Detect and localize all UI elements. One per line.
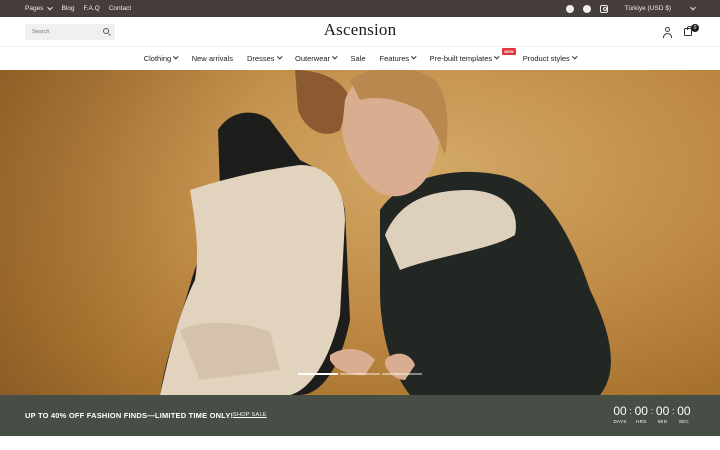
currency-selector[interactable]: Türkiye (USD $) xyxy=(624,4,696,12)
nav-label: Features xyxy=(379,53,410,63)
nav-item-pre-built-templates[interactable]: Pre-built templates NEW xyxy=(423,47,516,63)
nav-label: Product styles xyxy=(522,53,570,63)
nav-label: Outerwear xyxy=(295,53,331,63)
x-icon[interactable] xyxy=(583,4,592,13)
countdown-minutes: 00 MIN xyxy=(655,404,670,425)
promo-text: UP TO 40% OFF FASHION FINDS—LIMITED TIME… xyxy=(25,411,234,420)
carousel-dot[interactable] xyxy=(340,373,380,375)
countdown-days: 00 DAYS xyxy=(613,404,627,425)
chevron-down-icon xyxy=(411,54,417,60)
nav-label: New arrivals xyxy=(191,53,233,63)
topbar-links: Pages Blog F.A.Q Contact xyxy=(25,0,131,17)
facebook-icon[interactable] xyxy=(566,4,575,13)
chevron-down-icon xyxy=(332,54,338,60)
site-header: Ascension 0 xyxy=(0,17,720,47)
shop-sale-link[interactable]: SHOP SALE xyxy=(233,412,267,418)
new-badge: NEW xyxy=(502,47,516,55)
currency-label: Türkiye (USD $) xyxy=(624,5,671,12)
topbar-link-blog[interactable]: Blog xyxy=(61,5,74,12)
chevron-down-icon xyxy=(276,54,282,60)
topbar-right: Türkiye (USD $) xyxy=(566,0,696,17)
topbar-link-faq[interactable]: F.A.Q xyxy=(83,5,99,12)
chevron-down-icon xyxy=(173,54,179,60)
site-logo[interactable]: Ascension xyxy=(0,20,720,40)
cart-count-badge: 0 xyxy=(691,24,699,32)
main-navigation: Clothing New arrivals Dresses Outerwear … xyxy=(0,47,720,69)
carousel-indicators xyxy=(298,373,422,375)
chevron-down-icon xyxy=(494,54,500,60)
hero-image-models xyxy=(160,70,611,395)
nav-item-product-styles[interactable]: Product styles xyxy=(516,54,584,63)
nav-label: Pre-built templates xyxy=(429,53,493,63)
chevron-down-icon xyxy=(47,4,54,10)
announcement-bar: Pages Blog F.A.Q Contact Türkiye (USD $) xyxy=(0,0,720,17)
topbar-link-pages[interactable]: Pages xyxy=(25,4,54,12)
nav-label: Dresses xyxy=(247,53,275,63)
nav-item-clothing[interactable]: Clothing xyxy=(137,54,185,63)
nav-item-dresses[interactable]: Dresses xyxy=(240,54,288,63)
promo-bar: UP TO 40% OFF FASHION FINDS—LIMITED TIME… xyxy=(0,395,720,436)
countdown-seconds: 00 SEC xyxy=(677,404,691,425)
topbar-link-contact[interactable]: Contact xyxy=(109,5,131,12)
nav-item-sale[interactable]: Sale xyxy=(344,54,373,63)
nav-item-features[interactable]: Features xyxy=(373,54,423,63)
instagram-icon[interactable] xyxy=(600,4,609,13)
countdown-hours: 00 HRS xyxy=(634,404,648,425)
nav-item-new-arrivals[interactable]: New arrivals xyxy=(185,54,240,63)
topbar-link-label: Pages xyxy=(25,5,44,12)
countdown-timer: 00 DAYS : 00 HRS : 00 MIN : 00 SEC xyxy=(612,404,692,425)
chevron-down-icon xyxy=(572,54,578,60)
hero-banner[interactable] xyxy=(0,70,720,395)
nav-label: Clothing xyxy=(143,53,172,63)
chevron-down-icon xyxy=(690,4,696,10)
carousel-dot[interactable] xyxy=(298,373,338,375)
nav-label: Sale xyxy=(350,53,366,63)
nav-item-outerwear[interactable]: Outerwear xyxy=(288,54,344,63)
account-icon[interactable] xyxy=(663,27,672,38)
carousel-dot[interactable] xyxy=(382,373,422,375)
